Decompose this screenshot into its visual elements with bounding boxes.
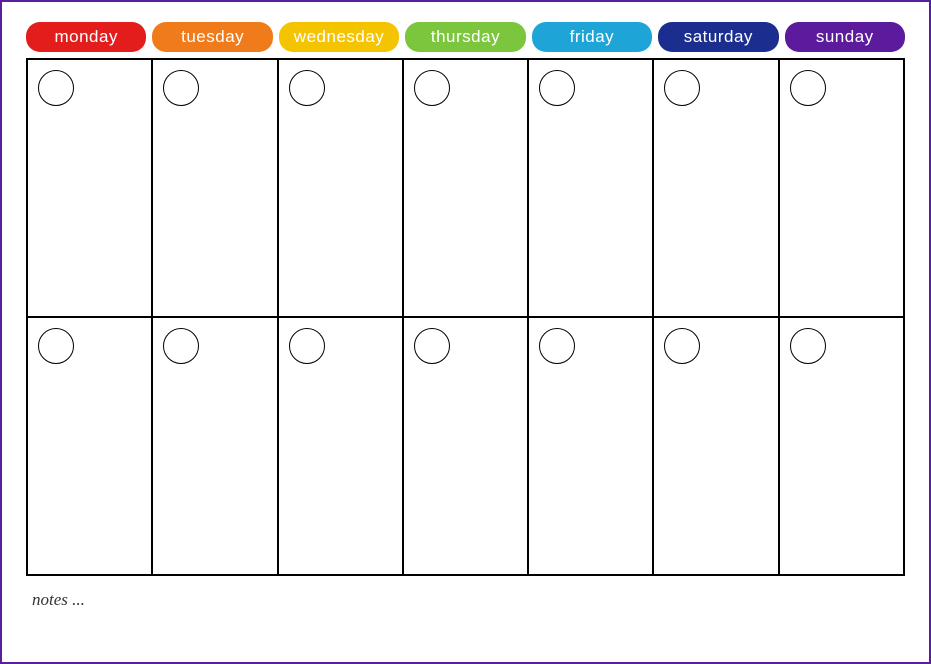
cell-week2-sun[interactable] <box>779 317 904 575</box>
date-circle <box>163 70 199 106</box>
date-circle <box>38 70 74 106</box>
notes-label: notes ... <box>26 590 905 610</box>
cell-week1-sat[interactable] <box>653 59 778 317</box>
date-circle <box>539 70 575 106</box>
date-circle <box>790 328 826 364</box>
day-tab-monday: monday <box>26 22 146 52</box>
day-tab-thursday: thursday <box>405 22 525 52</box>
date-circle <box>539 328 575 364</box>
day-tab-saturday: saturday <box>658 22 778 52</box>
date-circle <box>38 328 74 364</box>
day-tab-tuesday: tuesday <box>152 22 272 52</box>
date-circle <box>664 70 700 106</box>
cell-week1-wed[interactable] <box>278 59 403 317</box>
cell-week1-thu[interactable] <box>403 59 528 317</box>
calendar-grid <box>26 58 905 576</box>
day-tab-friday: friday <box>532 22 652 52</box>
cell-week2-tue[interactable] <box>152 317 277 575</box>
cell-week1-tue[interactable] <box>152 59 277 317</box>
date-circle <box>414 70 450 106</box>
cell-week2-mon[interactable] <box>27 317 152 575</box>
cell-week1-sun[interactable] <box>779 59 904 317</box>
day-header-row: monday tuesday wednesday thursday friday… <box>26 22 905 52</box>
cell-week2-thu[interactable] <box>403 317 528 575</box>
two-week-planner: monday tuesday wednesday thursday friday… <box>26 22 905 610</box>
cell-week2-wed[interactable] <box>278 317 403 575</box>
date-circle <box>664 328 700 364</box>
date-circle <box>289 70 325 106</box>
day-tab-wednesday: wednesday <box>279 22 399 52</box>
date-circle <box>414 328 450 364</box>
cell-week1-mon[interactable] <box>27 59 152 317</box>
date-circle <box>790 70 826 106</box>
cell-week1-fri[interactable] <box>528 59 653 317</box>
cell-week2-sat[interactable] <box>653 317 778 575</box>
day-tab-sunday: sunday <box>785 22 905 52</box>
cell-week2-fri[interactable] <box>528 317 653 575</box>
date-circle <box>289 328 325 364</box>
date-circle <box>163 328 199 364</box>
